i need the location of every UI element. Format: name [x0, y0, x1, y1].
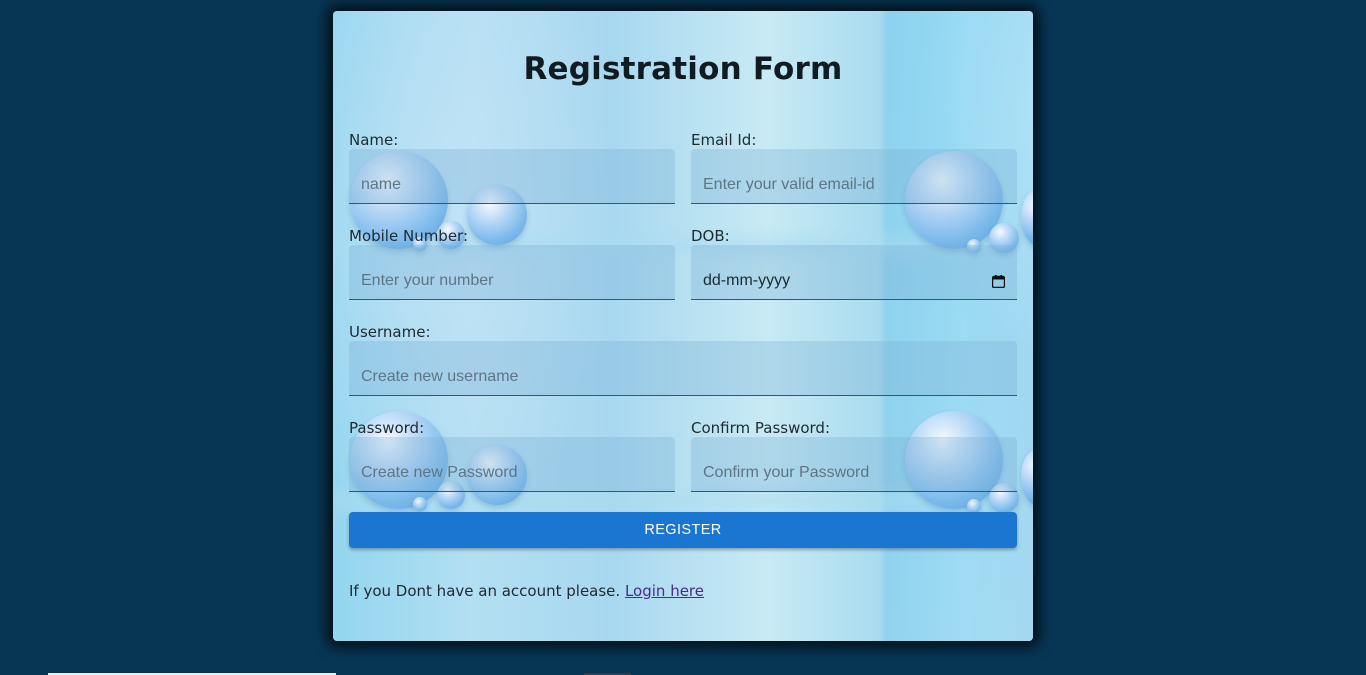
dob-value: dd-mm-yyyy — [703, 272, 791, 289]
mobile-placeholder: Enter your number — [361, 272, 494, 289]
login-link[interactable]: Login here — [625, 582, 704, 600]
username-placeholder: Create new username — [361, 368, 519, 385]
decorative-sphere — [967, 499, 981, 513]
dob-input[interactable]: dd-mm-yyyy — [691, 245, 1017, 300]
registration-card: Registration Form Name: name Email Id: E… — [333, 11, 1033, 641]
confirm-password-label: Confirm Password: — [691, 419, 831, 437]
login-prompt: If you Dont have an account please. Logi… — [349, 582, 704, 600]
name-placeholder: name — [361, 176, 402, 193]
confirm-password-input[interactable]: Confirm your Password — [691, 437, 1017, 492]
email-input[interactable]: Enter your valid email-id — [691, 149, 1017, 204]
register-button[interactable]: REGISTER — [349, 512, 1017, 548]
confirm-password-placeholder: Confirm your Password — [703, 464, 870, 481]
form-title: Registration Form — [523, 51, 843, 87]
password-label: Password: — [349, 419, 425, 437]
name-label: Name: — [349, 131, 399, 149]
username-label: Username: — [349, 323, 431, 341]
email-placeholder: Enter your valid email-id — [703, 176, 875, 193]
mobile-input[interactable]: Enter your number — [349, 245, 675, 300]
email-label: Email Id: — [691, 131, 757, 149]
login-prompt-text: If you Dont have an account please. — [349, 582, 621, 600]
decorative-sphere — [413, 497, 427, 511]
dob-label: DOB: — [691, 227, 730, 245]
mobile-label: Mobile Number: — [349, 227, 469, 245]
password-placeholder: Create new Password — [361, 464, 518, 481]
register-button-label: REGISTER — [644, 522, 722, 538]
calendar-icon[interactable] — [991, 274, 1006, 288]
username-input[interactable]: Create new username — [349, 341, 1017, 396]
name-input[interactable]: name — [349, 149, 675, 204]
password-input[interactable]: Create new Password — [349, 437, 675, 492]
